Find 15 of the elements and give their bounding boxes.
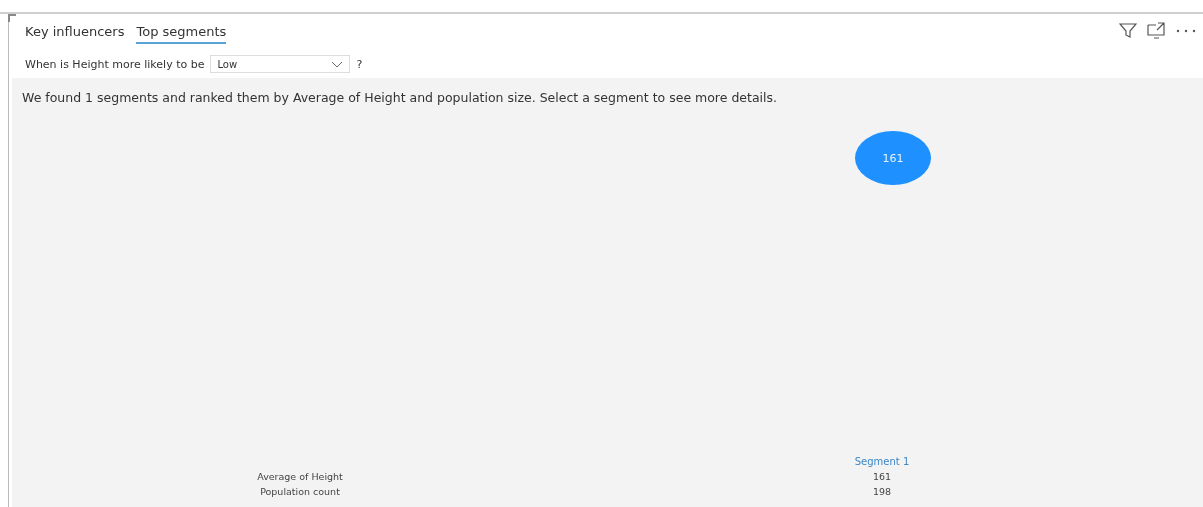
tab[interactable]: Key influencers xyxy=(25,22,125,44)
table-cell-text: 198 xyxy=(871,486,893,497)
filter-label: When is Height more likely to be xyxy=(25,57,205,71)
tab[interactable]: Top segments xyxy=(136,22,227,44)
row-label: Population count xyxy=(259,486,341,497)
help-mark[interactable]: ? xyxy=(356,57,363,71)
summary-text: We found 1 segments and ranked them by Average of Height and population size. Select a segment to see more details. xyxy=(22,90,779,105)
filter-icon[interactable] xyxy=(1119,23,1137,39)
column-header: Segment 1 xyxy=(853,456,911,467)
chevron-down-icon xyxy=(331,60,344,68)
more-options-icon[interactable] xyxy=(1175,27,1197,35)
table-cell-text: 161 xyxy=(871,471,893,482)
row-label: Average of Height xyxy=(256,471,344,482)
focus-mode-icon[interactable] xyxy=(1147,22,1165,40)
value-dropdown[interactable]: Low xyxy=(210,55,351,73)
